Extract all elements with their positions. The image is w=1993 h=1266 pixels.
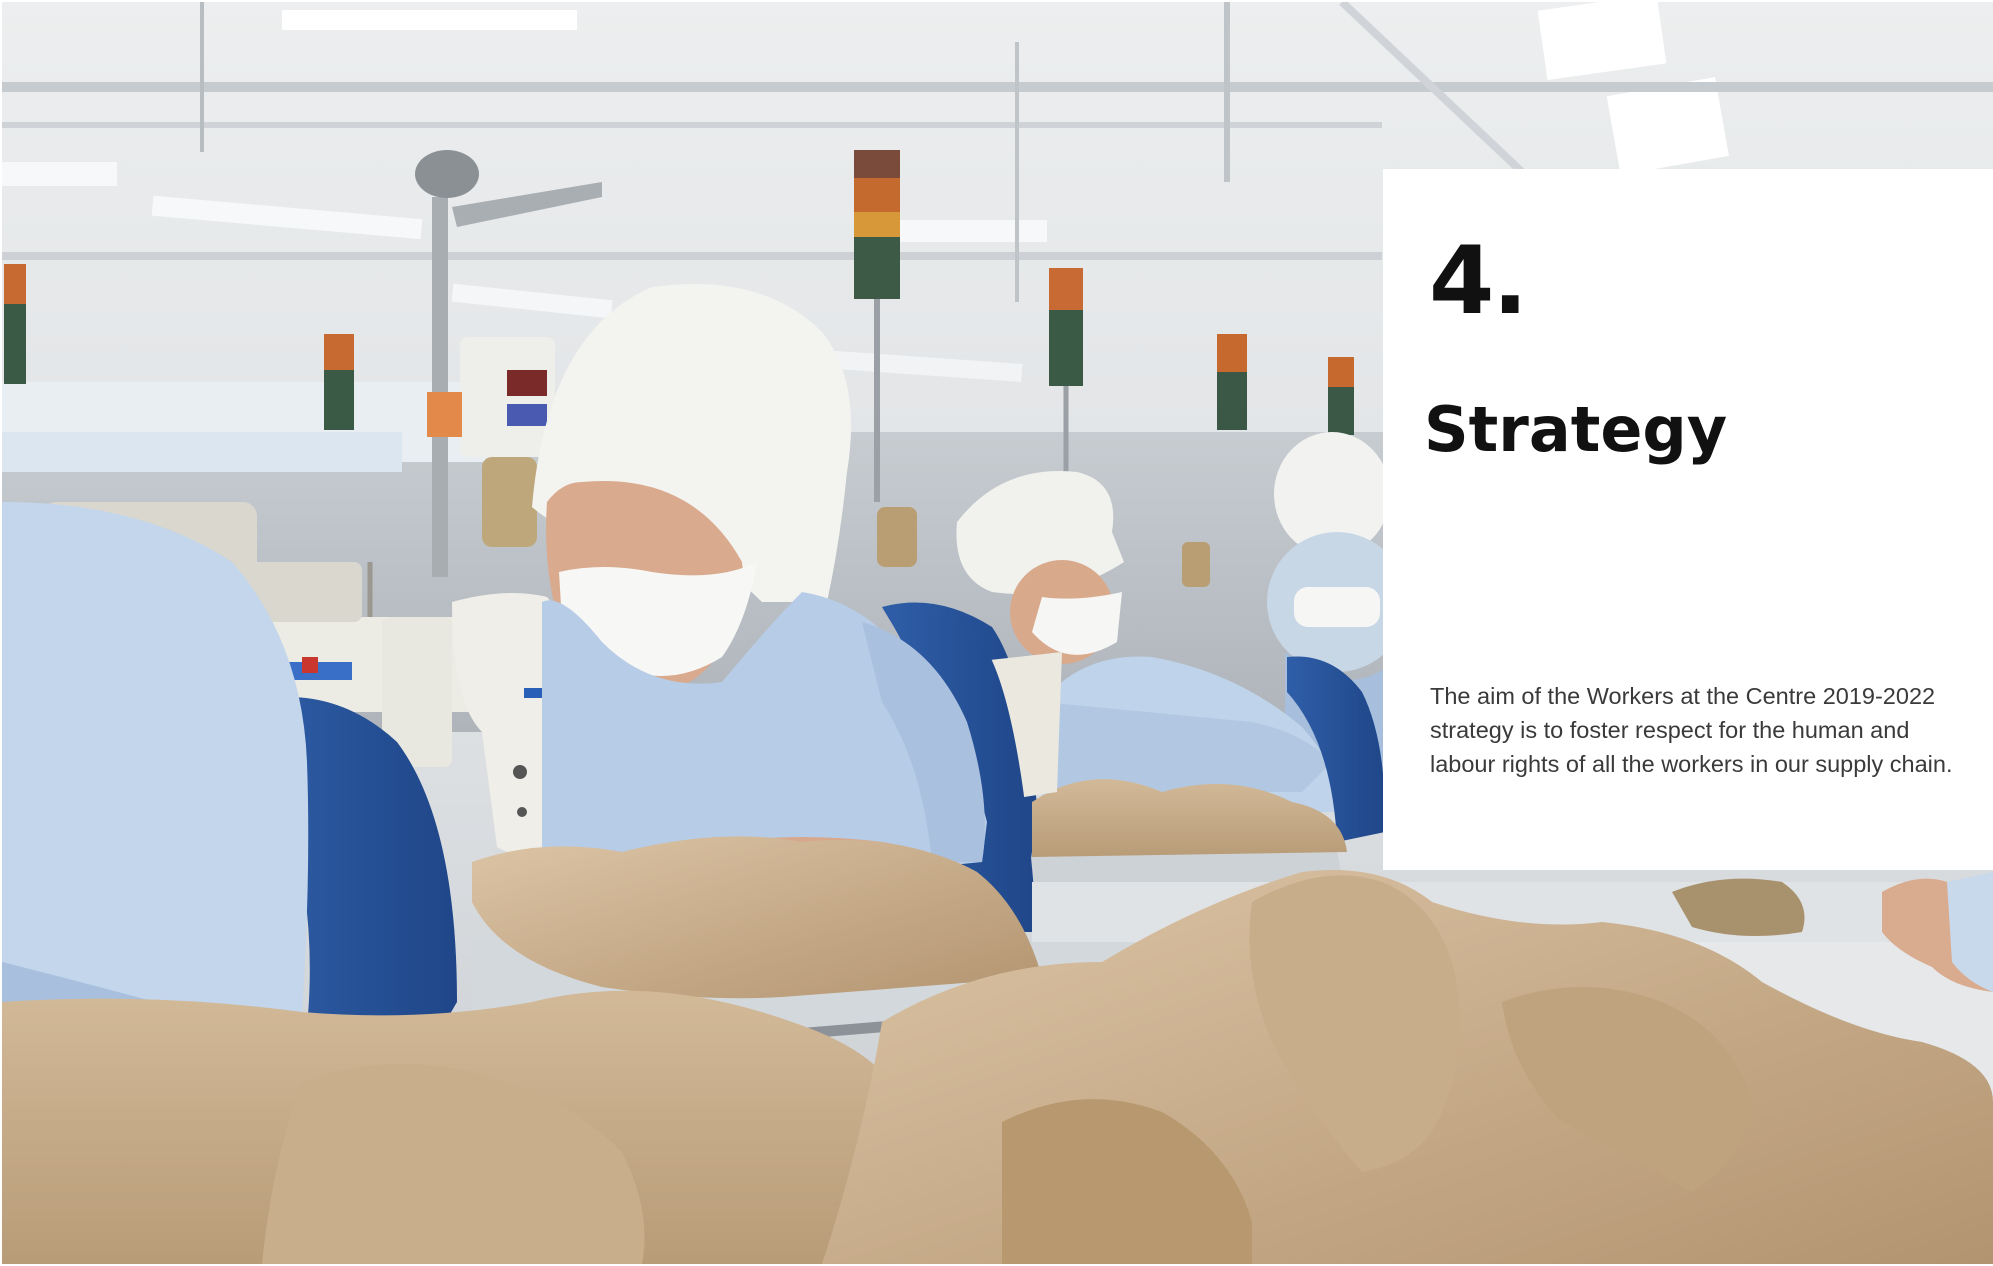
- report-page: 4. Strategy The aim of the Workers at th…: [0, 0, 1993, 1266]
- chapter-intro-text: The aim of the Workers at the Centre 201…: [1430, 683, 1953, 777]
- chapter-panel: 4. Strategy The aim of the Workers at th…: [1383, 169, 1993, 870]
- chapter-title: Strategy: [1424, 393, 1728, 466]
- chapter-number: 4.: [1429, 227, 1528, 336]
